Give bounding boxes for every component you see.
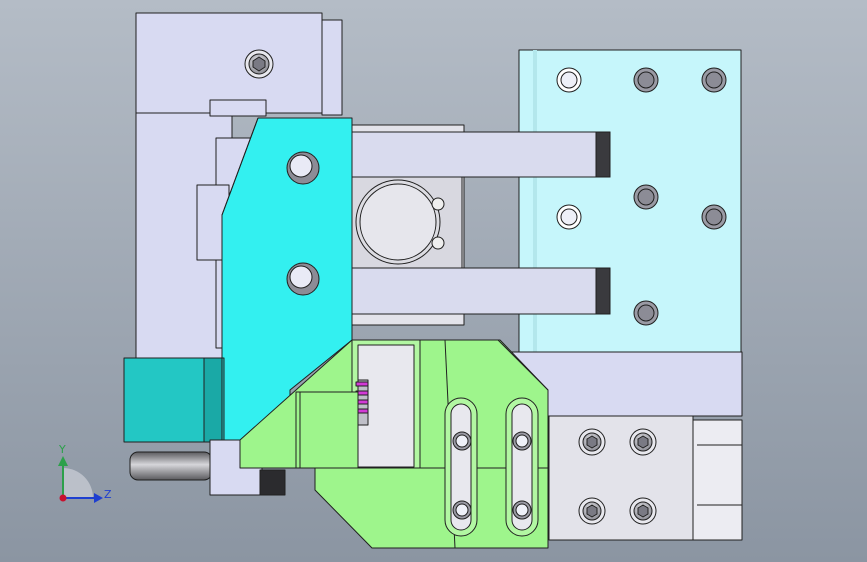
socket-head-bolt-top [244,49,274,79]
locating-pin [129,451,213,481]
piston-rod-upper[interactable] [341,131,611,178]
triad-y-label: Y [59,443,66,456]
triad-z-label: Z [104,488,112,501]
piston-rod-lower[interactable] [341,267,611,315]
cad-viewport[interactable]: Y Z [0,0,867,562]
teal-connector-block[interactable] [123,357,225,443]
